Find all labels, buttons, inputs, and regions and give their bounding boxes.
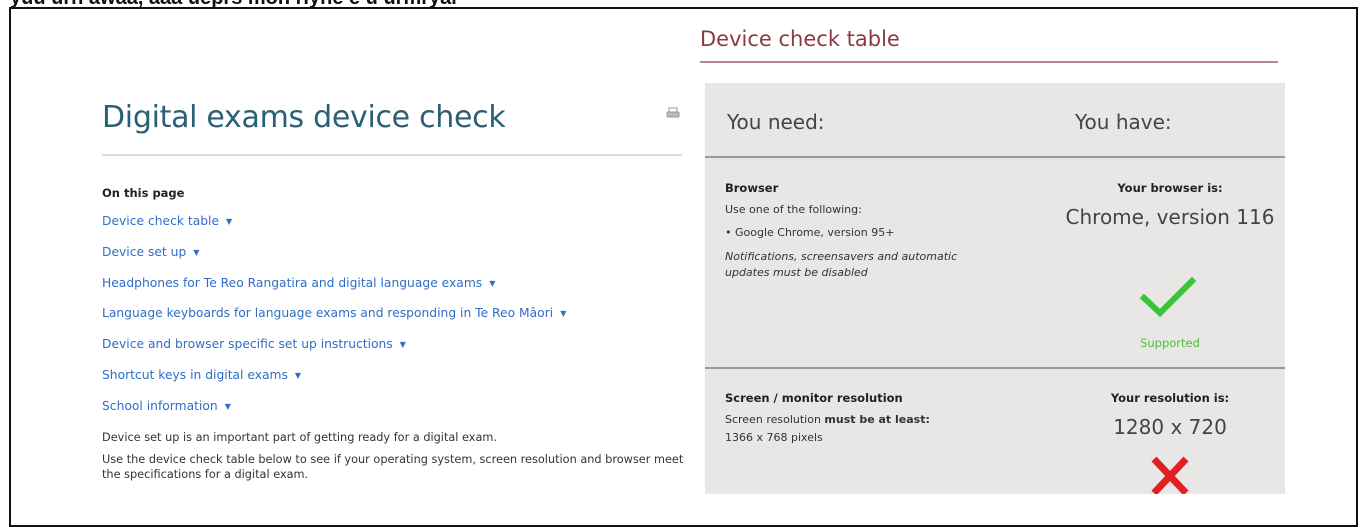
toc-link-shortcut-keys[interactable]: Shortcut keys in digital exams ▼ bbox=[102, 368, 566, 399]
heading-divider bbox=[700, 61, 1278, 63]
intro-paragraph: Device set up is an important part of ge… bbox=[102, 431, 497, 444]
check-icon bbox=[1140, 276, 1196, 318]
toc-link-label: Device set up bbox=[102, 244, 187, 259]
caret-down-icon: ▼ bbox=[489, 278, 496, 288]
caret-down-icon: ▼ bbox=[224, 401, 231, 411]
toc-link-browser-setup[interactable]: Device and browser specific set up instr… bbox=[102, 337, 566, 368]
browser-status: Supported bbox=[1140, 336, 1200, 350]
toc-link-headphones[interactable]: Headphones for Te Reo Rangatira and digi… bbox=[102, 276, 566, 307]
caret-down-icon: ▼ bbox=[226, 217, 233, 226]
browser-requirement: Use one of the following: bbox=[725, 203, 862, 216]
table-divider bbox=[705, 156, 1285, 158]
device-check-heading: Device check table bbox=[700, 27, 900, 51]
your-browser-value: Chrome, version 116 bbox=[1065, 205, 1275, 229]
intro-paragraph: Use the device check table below to see … bbox=[102, 453, 684, 481]
cross-icon bbox=[1151, 456, 1189, 494]
your-resolution-label: Your resolution is: bbox=[1110, 391, 1230, 405]
toc-link-label: Device check table bbox=[102, 214, 220, 228]
caret-down-icon: ▼ bbox=[399, 340, 406, 350]
toc-link-device-check-table[interactable]: Device check table ▼ bbox=[102, 214, 566, 245]
browser-option: • Google Chrome, version 95+ bbox=[725, 226, 895, 239]
page-title: Digital exams device check bbox=[102, 100, 506, 135]
device-check-table: You need: You have: Browser Use one of t… bbox=[705, 83, 1285, 494]
toc-link-label: Headphones for Te Reo Rangatira and digi… bbox=[102, 275, 483, 290]
resolution-requirement-bold: must be at least: bbox=[824, 413, 930, 426]
intro-text: Device set up is an important part of ge… bbox=[102, 430, 692, 489]
title-divider bbox=[102, 154, 682, 156]
table-divider bbox=[705, 367, 1285, 369]
browser-row-title: Browser bbox=[725, 181, 779, 195]
caret-down-icon: ▼ bbox=[294, 370, 302, 380]
toc-link-school-information[interactable]: School information ▼ bbox=[102, 399, 566, 430]
toc-link-label: Device and browser specific set up instr… bbox=[102, 337, 393, 352]
resolution-requirement: Screen resolution must be at least: bbox=[725, 412, 930, 428]
toc-link-label: Shortcut keys in digital exams bbox=[102, 367, 288, 382]
toc-link-label: School information bbox=[102, 398, 218, 413]
browser-note: Notifications, screensavers and automati… bbox=[725, 250, 958, 279]
you-have-header: You have: bbox=[1075, 110, 1172, 134]
toc-link-language-keyboards[interactable]: Language keyboards for language exams an… bbox=[102, 306, 566, 337]
toc-link-device-set-up[interactable]: Device set up ▼ bbox=[102, 245, 566, 276]
resolution-requirement-prefix: Screen resolution bbox=[725, 413, 825, 426]
toc-link-label: Language keyboards for language exams an… bbox=[102, 306, 554, 321]
caret-down-icon: ▼ bbox=[193, 247, 200, 257]
you-need-header: You need: bbox=[727, 110, 825, 134]
resolution-minimum: 1366 x 768 pixels bbox=[725, 431, 823, 444]
your-browser-label: Your browser is: bbox=[1117, 181, 1223, 195]
resolution-row-title: Screen / monitor resolution bbox=[725, 391, 903, 405]
on-this-page-label: On this page bbox=[102, 186, 185, 200]
caret-down-icon: ▼ bbox=[560, 309, 567, 319]
your-resolution-value: 1280 x 720 bbox=[1113, 415, 1227, 439]
table-of-contents: Device check table ▼ Device set up ▼ Headp… bbox=[102, 214, 566, 430]
printer-icon[interactable] bbox=[666, 107, 680, 119]
